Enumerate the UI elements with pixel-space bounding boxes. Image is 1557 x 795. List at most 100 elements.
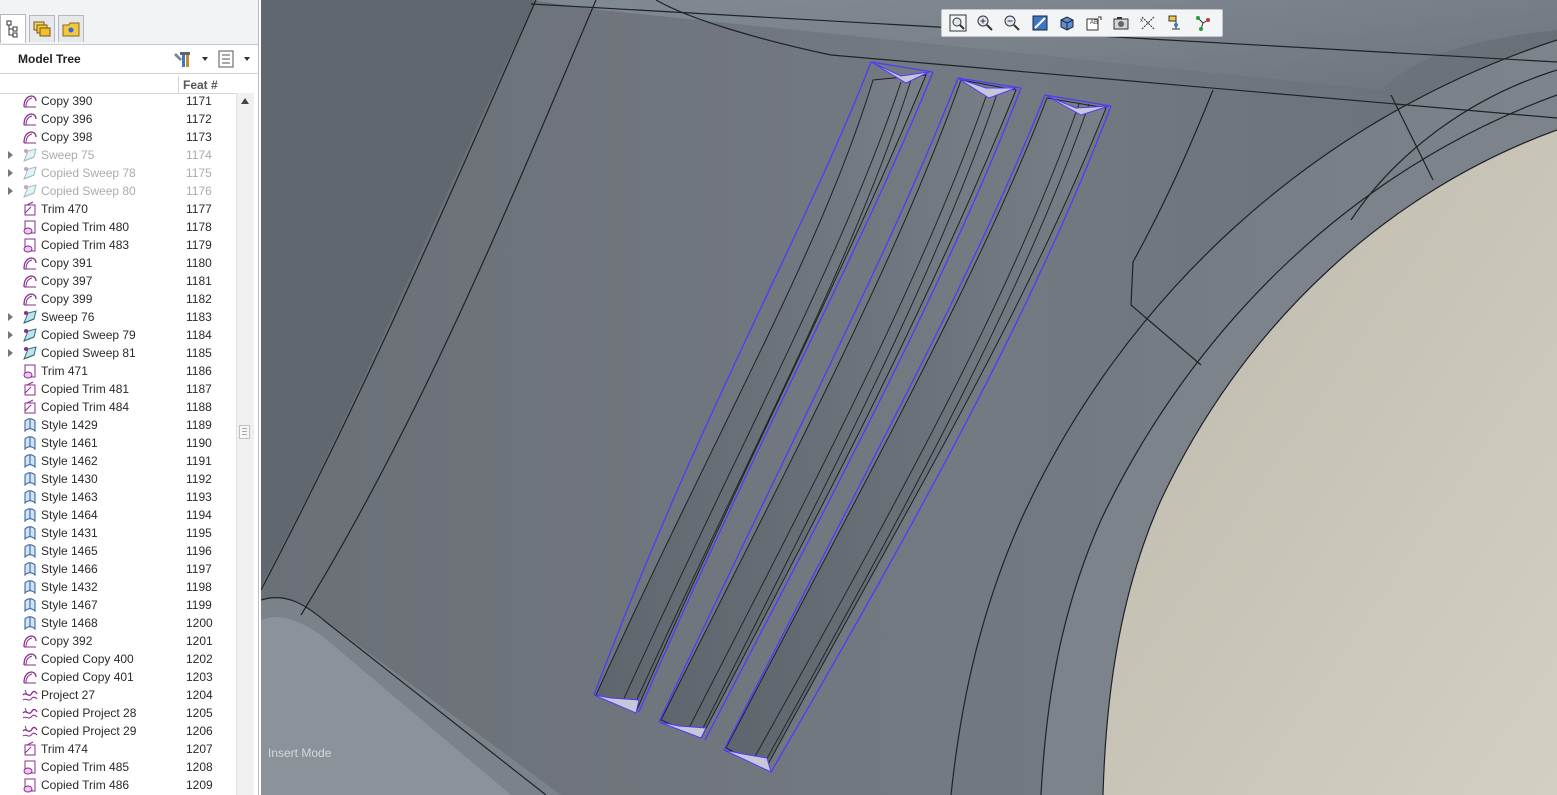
- show-dropdown-arrow[interactable]: [244, 57, 250, 61]
- saved-orientations-button[interactable]: AB: [1082, 12, 1106, 34]
- tree-row[interactable]: Style 1465 1196: [0, 542, 236, 560]
- tree-row[interactable]: Copy 397 1181: [0, 272, 236, 290]
- tree-row[interactable]: Project 27 1204: [0, 686, 236, 704]
- tree-row[interactable]: Copied Copy 400 1202: [0, 650, 236, 668]
- tree-row[interactable]: Copied Copy 401 1203: [0, 668, 236, 686]
- tree-row[interactable]: Style 1429 1189: [0, 416, 236, 434]
- tree-row[interactable]: Copy 391 1180: [0, 254, 236, 272]
- tree-row[interactable]: Copied Trim 481 1187: [0, 380, 236, 398]
- view-manager-icon: [1113, 17, 1129, 30]
- tree-row[interactable]: Copied Project 28 1205: [0, 704, 236, 722]
- tree-row[interactable]: Copy 392 1201: [0, 632, 236, 650]
- copy-feature-icon: [22, 651, 38, 667]
- datum-display-button[interactable]: x: [1136, 12, 1160, 34]
- tree-row[interactable]: Style 1466 1197: [0, 560, 236, 578]
- tree-row[interactable]: Copy 399 1182: [0, 290, 236, 308]
- tree-scrollbar[interactable]: [236, 93, 254, 795]
- zoom-out-button[interactable]: [1000, 12, 1024, 34]
- expand-arrow-icon[interactable]: [8, 151, 13, 159]
- layers-tab[interactable]: [29, 15, 55, 42]
- tree-row[interactable]: Copy 398 1173: [0, 128, 236, 146]
- refit-icon: [949, 14, 967, 32]
- tools-dropdown-arrow[interactable]: [202, 57, 208, 61]
- tree-row[interactable]: Style 1432 1198: [0, 578, 236, 596]
- list-icon[interactable]: [218, 50, 234, 71]
- tree-row[interactable]: Copied Trim 480 1178: [0, 218, 236, 236]
- tree-row[interactable]: Style 1468 1200: [0, 614, 236, 632]
- feat-number-column-header[interactable]: Feat #: [183, 78, 218, 92]
- feature-name: Copied Trim 485: [41, 760, 130, 774]
- tree-row[interactable]: Trim 470 1177: [0, 200, 236, 218]
- spin-center-button[interactable]: [1164, 12, 1188, 34]
- feature-name: Copied Copy 400: [41, 652, 134, 666]
- saved-orientations-icon: AB: [1086, 16, 1102, 31]
- scroll-up-arrow-icon[interactable]: [241, 98, 249, 104]
- tree-row[interactable]: Style 1467 1199: [0, 596, 236, 614]
- sweep-feature-icon: [22, 345, 38, 361]
- feature-name: Style 1466: [41, 562, 98, 576]
- copy-feature-icon: [22, 633, 38, 649]
- feature-number: 1200: [186, 616, 213, 630]
- expand-arrow-icon[interactable]: [8, 169, 13, 177]
- view-manager-button[interactable]: [1109, 12, 1133, 34]
- tree-row[interactable]: Style 1431 1195: [0, 524, 236, 542]
- feature-number: 1193: [186, 490, 212, 504]
- feature-name: Copied Trim 484: [41, 400, 130, 414]
- feature-number: 1207: [186, 742, 213, 756]
- annotation-display-button[interactable]: [1191, 12, 1215, 34]
- feature-name: Copy 397: [41, 274, 93, 288]
- tree-row[interactable]: Copied Sweep 81 1185: [0, 344, 236, 362]
- feature-number: 1181: [186, 274, 212, 288]
- feature-number: 1185: [186, 346, 212, 360]
- folder-browser-tab[interactable]: [58, 15, 84, 42]
- tree-row[interactable]: Style 1463 1193: [0, 488, 236, 506]
- expand-arrow-icon[interactable]: [8, 349, 13, 357]
- model-tree-tab[interactable]: [0, 14, 26, 43]
- tools-icon[interactable]: [173, 50, 193, 71]
- feature-name: Copied Trim 486: [41, 778, 130, 792]
- sweep-feature-icon: [22, 183, 38, 199]
- tree-row[interactable]: Trim 474 1207: [0, 740, 236, 758]
- feature-number: 1204: [186, 688, 213, 702]
- tree-row[interactable]: Copy 396 1172: [0, 110, 236, 128]
- tree-row[interactable]: Sweep 76 1183: [0, 308, 236, 326]
- feature-name: Copied Trim 481: [41, 382, 130, 396]
- tree-row[interactable]: Sweep 75 1174: [0, 146, 236, 164]
- zoom-in-button[interactable]: [973, 12, 997, 34]
- tree-row[interactable]: Trim 471 1186: [0, 362, 236, 380]
- display-style-button[interactable]: [1055, 12, 1079, 34]
- feature-name: Style 1431: [41, 526, 98, 540]
- tree-row[interactable]: Copy 390 1171: [0, 92, 236, 110]
- feature-number: 1180: [186, 256, 212, 270]
- repaint-button[interactable]: [1028, 12, 1052, 34]
- tree-row[interactable]: Copied Trim 485 1208: [0, 758, 236, 776]
- style-feature-icon: [22, 579, 38, 595]
- tree-row[interactable]: Copied Project 29 1206: [0, 722, 236, 740]
- expand-arrow-icon[interactable]: [8, 331, 13, 339]
- scroll-thumb[interactable]: [239, 425, 250, 439]
- tree-row[interactable]: Copied Trim 486 1209: [0, 776, 236, 794]
- feature-name: Style 1462: [41, 454, 98, 468]
- tree-row[interactable]: Copied Sweep 80 1176: [0, 182, 236, 200]
- trim-feature-icon: [22, 741, 38, 757]
- tree-row[interactable]: Style 1462 1191: [0, 452, 236, 470]
- tree-row[interactable]: Style 1461 1190: [0, 434, 236, 452]
- refit-button[interactable]: [946, 12, 970, 34]
- copy-feature-icon: [22, 291, 38, 307]
- expand-arrow-icon[interactable]: [8, 313, 13, 321]
- tree-row[interactable]: Copied Trim 483 1179: [0, 236, 236, 254]
- style-feature-icon: [22, 615, 38, 631]
- tree-row[interactable]: Style 1430 1192: [0, 470, 236, 488]
- tree-row[interactable]: Style 1464 1194: [0, 506, 236, 524]
- graphics-window[interactable]: AB x Insert Mode: [261, 0, 1557, 795]
- feature-number: 1177: [186, 202, 212, 216]
- tree-row[interactable]: Copied Sweep 79 1184: [0, 326, 236, 344]
- feature-name: Copy 398: [41, 130, 93, 144]
- feature-name: Style 1463: [41, 490, 98, 504]
- style-feature-icon: [22, 489, 38, 505]
- expand-arrow-icon[interactable]: [8, 187, 13, 195]
- tree-row[interactable]: Copied Trim 484 1188: [0, 398, 236, 416]
- feature-name: Copy 390: [41, 94, 93, 108]
- tree-row[interactable]: Copied Sweep 78 1175: [0, 164, 236, 182]
- column-divider[interactable]: [178, 76, 179, 93]
